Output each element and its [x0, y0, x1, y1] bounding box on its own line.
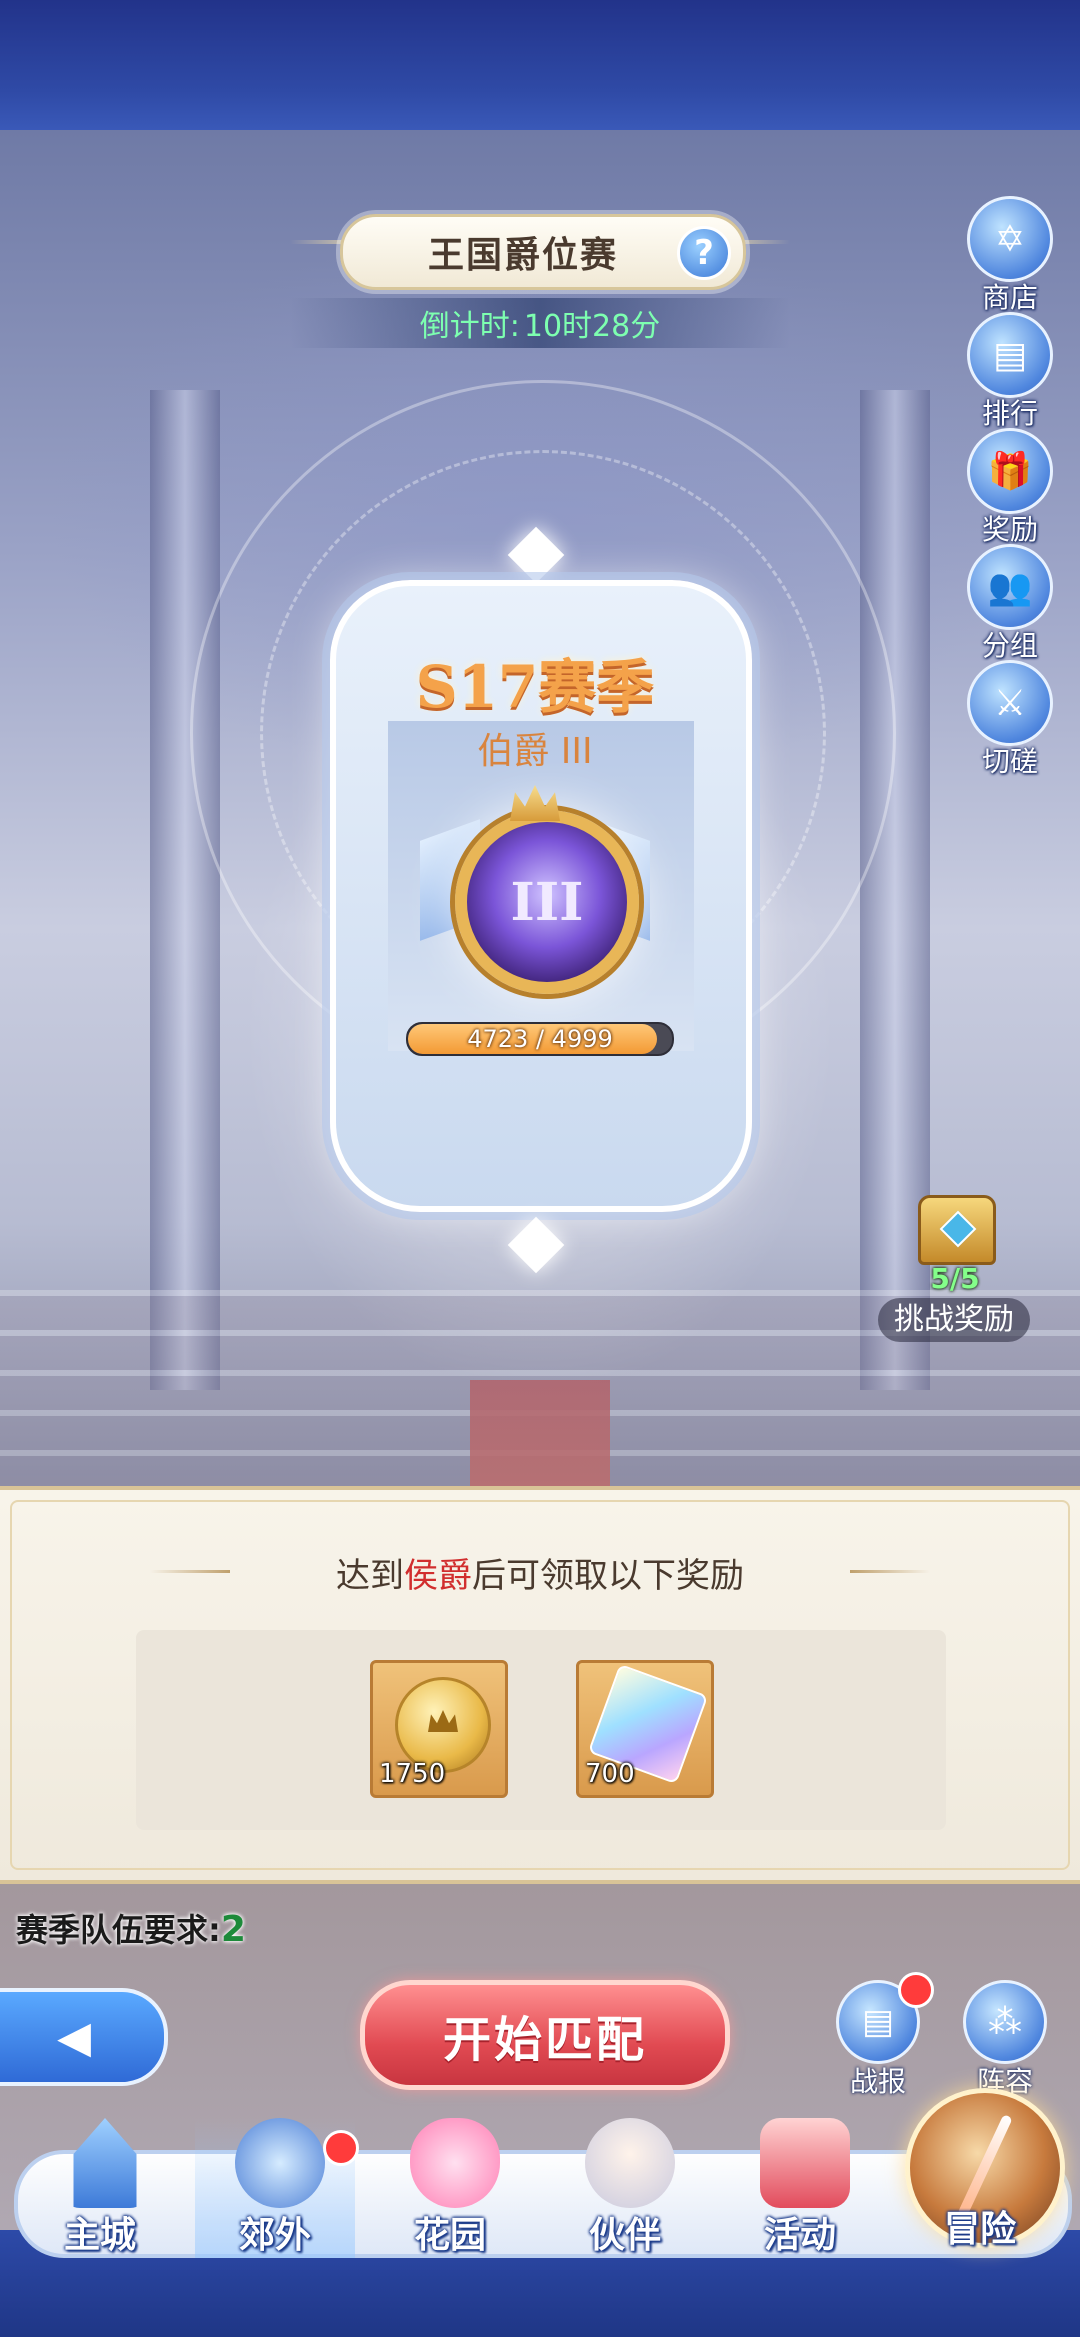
reward-item-quantity: 1750: [379, 1759, 446, 1789]
notification-badge: [323, 2130, 359, 2166]
rank-progress-bar: 4723 / 4999: [406, 1022, 674, 1056]
partner-icon: [585, 2118, 675, 2208]
ranking-icon: ▤: [967, 312, 1053, 398]
reward-item-crystal[interactable]: 700: [576, 1660, 714, 1798]
countdown-value: 10时28分: [523, 309, 661, 344]
start-match-button[interactable]: 开始匹配: [360, 1980, 730, 2090]
nav-item-adventure-label[interactable]: 冒险: [905, 2200, 1055, 2252]
reward-title-target-rank: 侯爵: [404, 1556, 472, 1596]
coin-crown-mark: [428, 1710, 458, 1732]
formation-button[interactable]: ⁂ 阵容: [957, 1980, 1053, 2100]
back-button[interactable]: ◀: [0, 1988, 168, 2086]
notification-badge: [898, 1972, 934, 2008]
reward-panel: 达到侯爵后可领取以下奖励 1750 700: [0, 1486, 1080, 1884]
reward-title-suffix: 后可领取以下奖励: [472, 1556, 744, 1596]
nav-item-partner[interactable]: 伙伴: [545, 2118, 705, 2258]
treasure-chest-icon[interactable]: [918, 1195, 996, 1265]
challenge-reward-button[interactable]: 挑战奖励: [878, 1298, 1030, 1342]
help-icon[interactable]: ?: [677, 226, 731, 280]
garden-icon: [410, 2118, 500, 2208]
reward-title: 达到侯爵后可领取以下奖励: [0, 1548, 1080, 1597]
top-status-area: [0, 0, 1080, 130]
nav-item-label: 郊外: [238, 2215, 311, 2256]
shop-icon: ✡: [967, 196, 1053, 282]
gift-icon: 🎁: [967, 428, 1053, 514]
side-button-label: 分组: [981, 629, 1038, 662]
rank-emblem-numeral: III: [510, 871, 584, 933]
outskirts-icon: [235, 2118, 325, 2208]
nav-item-label: 活动: [763, 2215, 836, 2256]
reward-item-quantity: 700: [585, 1759, 635, 1789]
back-arrow-icon: ◀: [57, 2011, 91, 2063]
battle-report-button[interactable]: ▤ 战报: [830, 1972, 934, 2100]
nav-item-events[interactable]: 活动: [720, 2118, 880, 2258]
reward-title-prefix: 达到: [336, 1556, 404, 1596]
pillar-left: [150, 390, 220, 1390]
crossed-swords-icon: ⚔: [967, 660, 1053, 746]
side-button-label: 切磋: [981, 745, 1038, 778]
page-title-plate: 王国爵位赛 ?: [340, 214, 746, 290]
countdown-label: 倒计时:: [419, 309, 520, 344]
side-button-label: 奖励: [981, 513, 1038, 546]
nav-item-outskirts[interactable]: 郊外: [195, 2118, 359, 2258]
side-button-shop[interactable]: ✡ 商店: [964, 196, 1056, 316]
side-button-label: 商店: [981, 281, 1038, 314]
gift-box-icon: [760, 2118, 850, 2208]
reward-items-area: [136, 1630, 946, 1830]
castle-icon: [73, 2118, 137, 2208]
rank-emblem-icon: III: [455, 810, 639, 994]
side-button-rewards[interactable]: 🎁 奖励: [964, 428, 1056, 548]
side-button-label: 排行: [981, 397, 1038, 430]
rank-progress-text: 4723 / 4999: [467, 1025, 613, 1053]
nav-item-label: 花园: [413, 2215, 486, 2256]
countdown-bar: 倒计时: 10时28分: [290, 298, 790, 348]
nav-item-label: 伙伴: [588, 2215, 661, 2256]
current-rank: 伯爵 III: [477, 731, 593, 772]
battle-report-label: 战报: [849, 2065, 906, 2098]
side-button-group[interactable]: 👥 分组: [964, 544, 1056, 664]
challenge-reward-count: 5/5: [930, 1262, 980, 1295]
side-button-spar[interactable]: ⚔ 切磋: [964, 660, 1056, 780]
group-icon: 👥: [967, 544, 1053, 630]
reward-item-coin[interactable]: 1750: [370, 1660, 508, 1798]
team-requirement-label: 赛季队伍要求:: [16, 1911, 221, 1949]
nav-item-garden[interactable]: 花园: [370, 2118, 530, 2258]
formation-icon: ⁂: [963, 1980, 1047, 2064]
page-title: 王国爵位赛: [427, 235, 618, 276]
chest-gem-icon: [939, 1210, 977, 1248]
nav-item-label: 主城: [63, 2215, 136, 2256]
team-requirement-value: 2: [220, 1909, 246, 1950]
season-title: S17赛季: [415, 653, 655, 721]
side-button-ranking[interactable]: ▤ 排行: [964, 312, 1056, 432]
team-requirement: 赛季队伍要求:2: [16, 1905, 246, 1951]
nav-item-main-city[interactable]: 主城: [20, 2118, 180, 2258]
